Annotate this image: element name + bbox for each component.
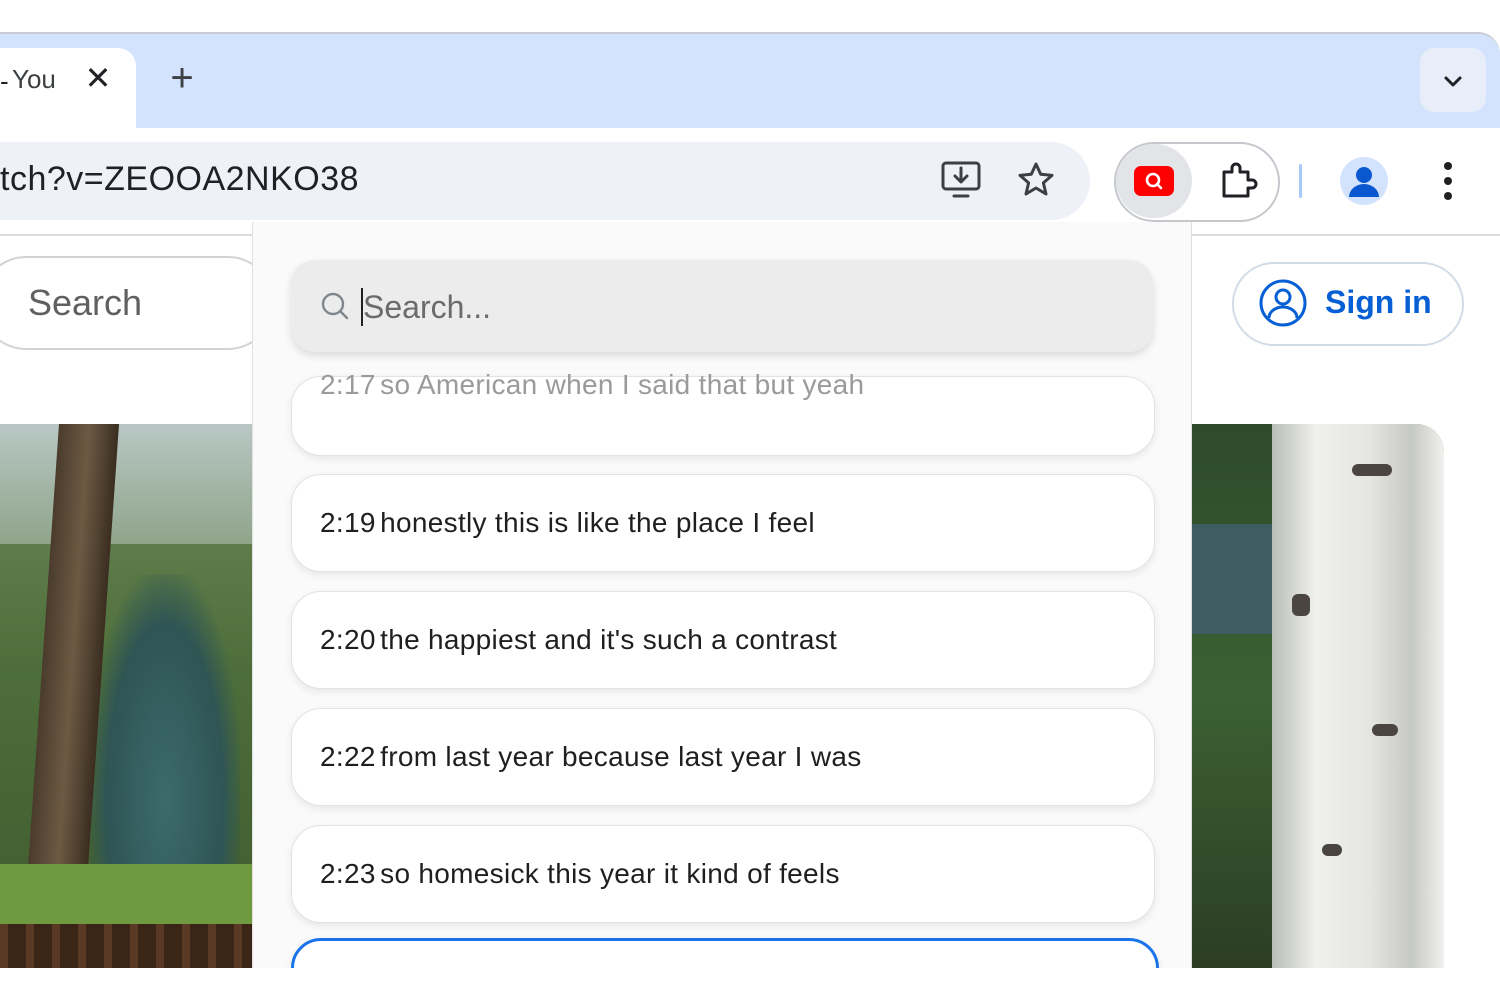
result-timestamp: 2:19 <box>320 507 376 538</box>
tab-title[interactable]: You <box>12 64 60 95</box>
tab-title-fragment: - <box>0 66 9 96</box>
bookmark-star-icon[interactable] <box>1016 160 1056 200</box>
install-app-icon[interactable] <box>940 160 982 200</box>
video-frame-birch <box>1272 424 1444 968</box>
youtube-search-placeholder[interactable]: Search <box>28 282 142 324</box>
result-text: so homesick this year it kind of feels <box>380 858 840 889</box>
result-text: from last year because last year I was <box>380 741 862 772</box>
new-tab-button[interactable]: + <box>164 58 200 98</box>
address-url[interactable]: tch?v=ZEOOA2NKO38 <box>0 160 359 199</box>
result-text: so American when I said that but yeah <box>380 369 865 400</box>
window-top-strip <box>0 0 1500 32</box>
puzzle-extensions-icon[interactable] <box>1218 160 1260 202</box>
tab-close-icon[interactable]: ✕ <box>84 60 112 96</box>
transcript-result-selected[interactable] <box>291 938 1159 968</box>
transcript-search-popup: 2:17 so American when I said that but ye… <box>252 222 1192 968</box>
transcript-result[interactable]: 2:20 the happiest and it's such a contra… <box>291 591 1155 689</box>
search-icon <box>321 292 349 320</box>
transcript-result[interactable]: 2:23 so homesick this year it kind of fe… <box>291 825 1155 923</box>
tab-strip <box>0 32 1500 130</box>
chevron-down-icon <box>1444 76 1462 87</box>
more-menu-icon[interactable] <box>1436 160 1460 202</box>
account-circle-icon[interactable] <box>1258 278 1308 328</box>
video-frame-sky <box>0 424 260 544</box>
result-text: honestly this is like the place I feel <box>380 507 815 538</box>
transcript-result[interactable]: 2:17 so American when I said that but ye… <box>291 369 1155 456</box>
transcript-search-input[interactable] <box>361 284 1125 330</box>
transcript-search-box[interactable] <box>291 260 1153 352</box>
toolbar-separator <box>1299 164 1302 198</box>
result-timestamp: 2:22 <box>320 741 376 772</box>
window-bottom-strip <box>0 968 1500 1000</box>
text-caret <box>361 288 363 326</box>
tab-search-button[interactable] <box>1420 48 1486 112</box>
youtube-search-extension-icon[interactable] <box>1134 166 1174 196</box>
video-frame-fence <box>0 924 260 968</box>
transcript-result[interactable]: 2:19 honestly this is like the place I f… <box>291 474 1155 572</box>
result-text: the happiest and it's such a contrast <box>380 624 838 655</box>
profile-avatar-icon[interactable] <box>1340 157 1388 205</box>
sign-in-label[interactable]: Sign in <box>1325 284 1432 321</box>
result-timestamp: 2:17 <box>320 369 376 400</box>
result-timestamp: 2:23 <box>320 858 376 889</box>
transcript-result[interactable]: 2:22 from last year because last year I … <box>291 708 1155 806</box>
result-timestamp: 2:20 <box>320 624 376 655</box>
